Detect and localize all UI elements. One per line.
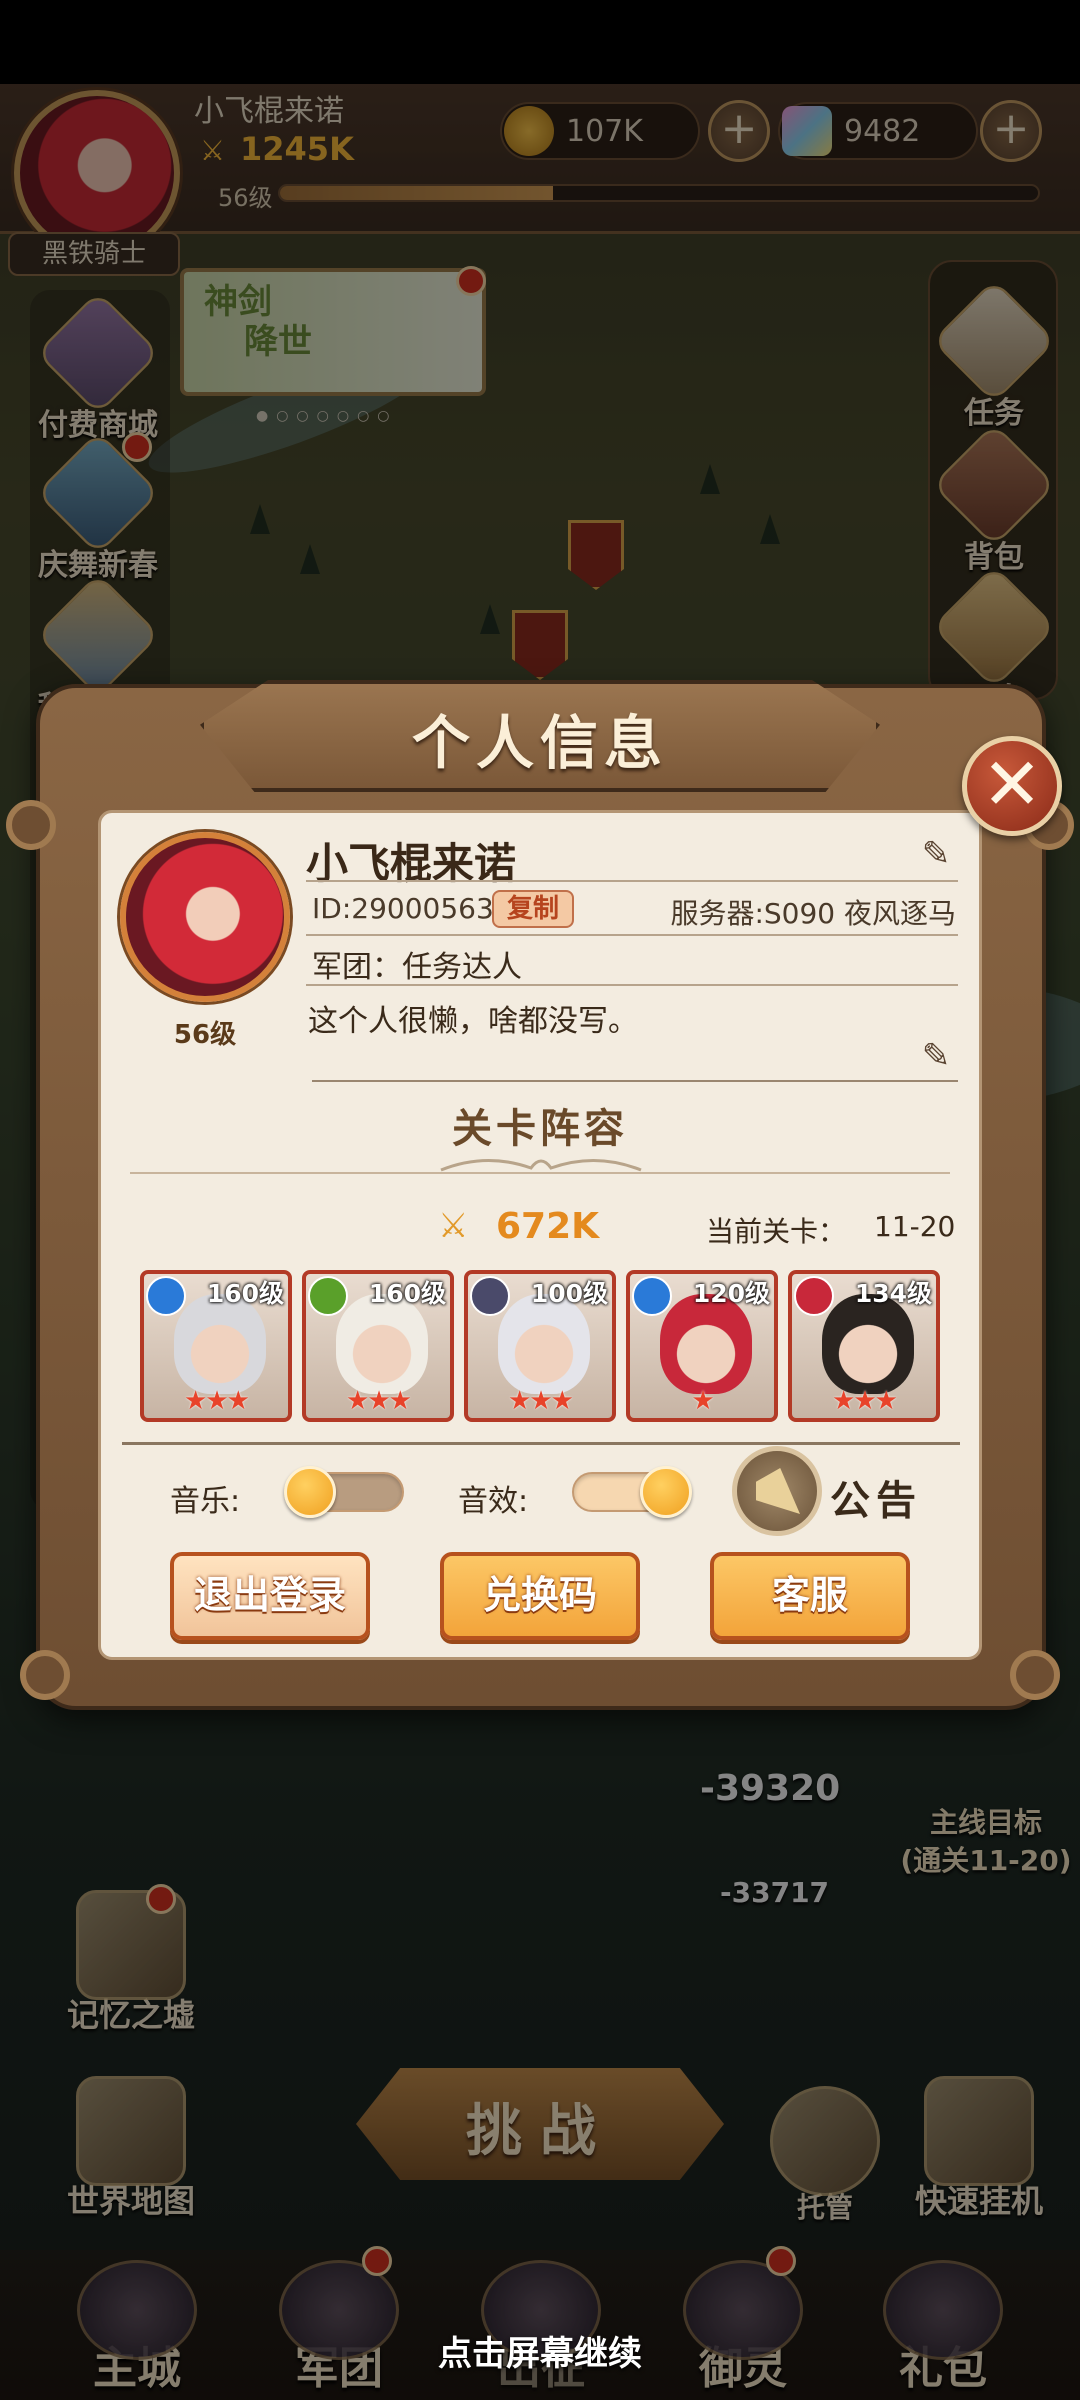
hero-level: 120级: [692, 1279, 770, 1308]
close-icon: ✕: [981, 742, 1043, 826]
element-icon: [794, 1276, 834, 1316]
hero-level: 160级: [206, 1279, 284, 1308]
element-icon: [632, 1276, 672, 1316]
divider: [306, 934, 958, 936]
frame-ornament: [20, 1650, 70, 1700]
hero-level: 100级: [530, 1279, 608, 1308]
element-icon: [470, 1276, 510, 1316]
tap-to-continue-hint[interactable]: 点击屏幕继续: [0, 2326, 1080, 2375]
divider: [312, 1080, 958, 1082]
element-icon: [146, 1276, 186, 1316]
sfx-label: 音效:: [458, 1484, 529, 1519]
profile-signature: 这个人很懒，啥都没写。: [308, 1004, 638, 1039]
hero-stars: ★★★: [346, 1386, 412, 1416]
divider: [122, 1442, 960, 1445]
hero-level: 134级: [854, 1279, 932, 1308]
profile-server: 服务器:S090 夜风逐马: [670, 897, 956, 930]
profile-guild: 军团：任务达人: [312, 950, 522, 985]
customer-service-button[interactable]: 客服: [710, 1552, 910, 1640]
element-icon: [308, 1276, 348, 1316]
hero-card[interactable]: 120级 ★: [626, 1270, 778, 1422]
hero-card[interactable]: 134级 ★★★: [788, 1270, 940, 1422]
lineup-power: 672K: [496, 1206, 600, 1247]
logout-button[interactable]: 退出登录: [170, 1552, 370, 1640]
hero-stars: ★★★: [832, 1386, 898, 1416]
current-stage-value: 11-20: [874, 1210, 956, 1243]
divider: [306, 984, 958, 986]
sfx-toggle[interactable]: [572, 1466, 692, 1518]
divider: [306, 880, 958, 882]
hero-stars: ★★★: [508, 1386, 574, 1416]
profile-avatar[interactable]: [120, 832, 290, 1002]
frame-ornament: [6, 800, 56, 850]
swirl-ornament-icon: [440, 1159, 642, 1172]
close-button[interactable]: ✕: [962, 736, 1062, 836]
crossed-swords-icon: ⚔: [438, 1206, 469, 1246]
profile-level: 56级: [173, 1020, 237, 1050]
hero-stars: ★: [691, 1386, 714, 1416]
lineup-title: 关卡阵容: [452, 1106, 628, 1152]
modal-title: 个人信息: [411, 709, 668, 777]
edit-name-icon[interactable]: ✎: [916, 834, 956, 874]
music-label: 音乐:: [170, 1484, 241, 1519]
status-bar: [0, 0, 1080, 84]
frame-ornament: [1010, 1650, 1060, 1700]
copy-id-button[interactable]: 复制: [492, 890, 574, 928]
toggle-knob: [284, 1466, 336, 1518]
hero-card[interactable]: 160级 ★★★: [140, 1270, 292, 1422]
game-screen[interactable]: 小飞棍来诺 ⚔ 1245K 56级 黑铁骑士 107K + 9482 + 付费商…: [0, 0, 1080, 2400]
redeem-code-button[interactable]: 兑换码: [440, 1552, 640, 1640]
hero-card[interactable]: 160级 ★★★: [302, 1270, 454, 1422]
announcement-label[interactable]: 公告: [830, 1468, 922, 1526]
toggle-knob: [640, 1466, 692, 1518]
profile-id: ID:29000563: [312, 892, 494, 925]
current-stage-label: 当前关卡：: [706, 1215, 847, 1248]
edit-signature-icon[interactable]: ✎: [916, 1036, 956, 1076]
hero-level: 160级: [368, 1279, 446, 1308]
hero-stars: ★★★: [184, 1386, 250, 1416]
hero-card[interactable]: 100级 ★★★: [464, 1270, 616, 1422]
music-toggle[interactable]: [284, 1466, 404, 1518]
